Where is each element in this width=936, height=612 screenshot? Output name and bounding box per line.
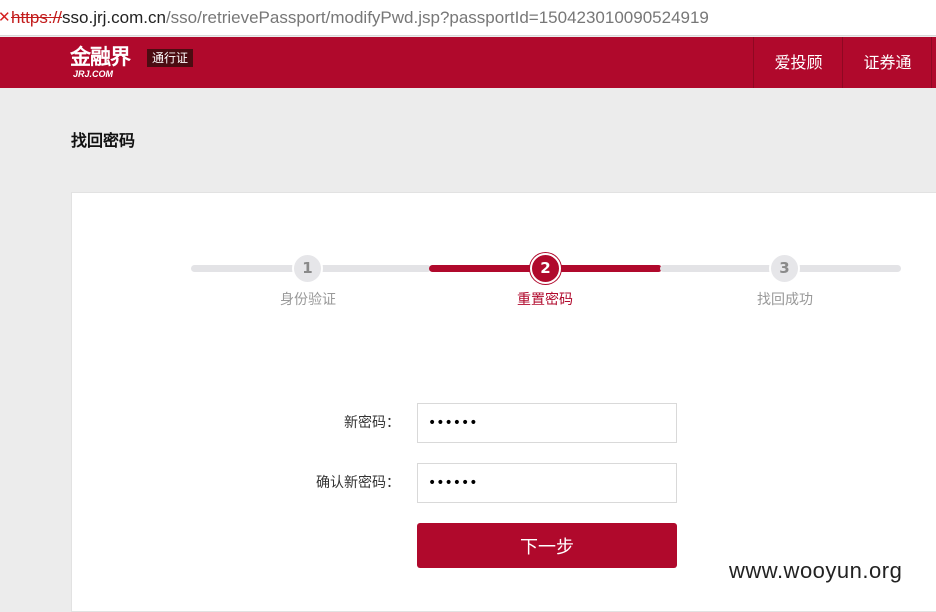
step-3-label: 找回成功: [757, 292, 813, 308]
url-text[interactable]: https://sso.jrj.com.cn/sso/retrievePassp…: [11, 8, 709, 28]
page-title: 找回密码: [71, 131, 136, 150]
nav-item-zhengquantong[interactable]: 证券通: [842, 37, 932, 88]
address-bar[interactable]: ✕ https://sso.jrj.com.cn/sso/retrievePas…: [0, 0, 936, 36]
url-host: sso.jrj.com.cn: [62, 8, 166, 27]
new-password-input[interactable]: [417, 403, 677, 443]
confirm-password-label: 确认新密码：: [316, 475, 400, 491]
passport-badge: 通行证: [147, 49, 194, 67]
watermark: www.wooyun.org: [729, 558, 903, 583]
step-1-circle: 1: [292, 253, 323, 284]
step-1-label: 身份验证: [280, 292, 336, 308]
certificate-error-icon: ✕: [0, 8, 11, 26]
step-3-circle: 3: [769, 253, 800, 284]
step-2-label: 重置密码: [517, 292, 573, 308]
logo-subtext: JRJ.COM: [73, 69, 114, 79]
url-path: /sso/retrievePassport/modifyPwd.jsp?pass…: [165, 8, 709, 27]
logo-text: 金融界: [70, 45, 131, 69]
nav-item-aitougu[interactable]: 爱投顾: [753, 37, 843, 88]
new-password-label: 新密码：: [344, 415, 400, 431]
confirm-password-input[interactable]: [417, 463, 677, 503]
nav-divider: [931, 37, 936, 88]
url-scheme: https://: [11, 8, 63, 27]
next-step-button[interactable]: 下一步: [417, 523, 677, 568]
jrj-logo[interactable]: 金融界 JRJ.COM: [70, 45, 140, 79]
step-2-circle: 2: [530, 253, 561, 284]
site-header: 金融界 JRJ.COM 通行证 爱投顾 证券通: [0, 37, 936, 88]
